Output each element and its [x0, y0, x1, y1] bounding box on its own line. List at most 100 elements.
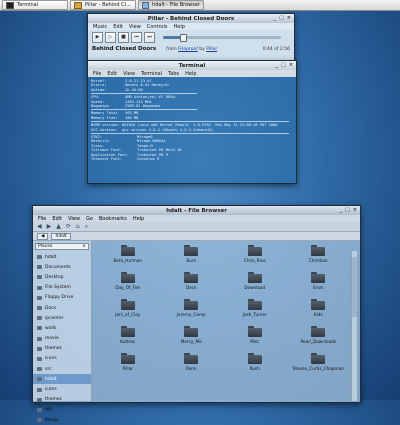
window-titlebar[interactable]: Terminal _ □ × [88, 61, 296, 70]
sidebar-item[interactable]: Docs [33, 303, 91, 313]
menu-edit[interactable]: Edit [113, 24, 123, 30]
folder-icon [311, 299, 326, 310]
menu-go[interactable]: Go [86, 216, 93, 222]
reload-icon[interactable]: ⟳ [66, 223, 71, 230]
folder-item[interactable]: Steven_Curtis_Chapman [287, 353, 351, 380]
terminal-line: GCC version: gcc version 4.0.3 (Ubuntu 4… [91, 127, 214, 132]
menu-file[interactable]: File [38, 216, 46, 222]
folder-item[interactable]: Deck [160, 272, 224, 299]
menu-view[interactable]: View [129, 24, 141, 30]
menu-bookmarks[interactable]: Bookmarks [99, 216, 127, 222]
sidebar-item[interactable]: ipcenter [33, 313, 91, 323]
minimize-button[interactable]: _ [274, 15, 277, 21]
sidebar-item[interactable]: Desktop [33, 272, 91, 282]
close-button[interactable]: × [353, 207, 357, 213]
sidebar-item[interactable]: wp [33, 405, 91, 415]
sidebar-item[interactable]: File System [33, 283, 91, 293]
menu-edit[interactable]: Edit [107, 71, 117, 77]
seek-handle[interactable] [180, 33, 188, 42]
home-icon[interactable]: ⌂ [76, 223, 80, 230]
folder-item[interactable]: Christian [287, 245, 351, 272]
folder-item[interactable]: Misc [223, 326, 287, 353]
menu-view[interactable]: View [68, 216, 80, 222]
folder-name: Beta_Harman [113, 258, 142, 263]
pause-button[interactable]: ▷ [105, 31, 116, 43]
folder-item[interactable]: Envs [287, 272, 351, 299]
sidebar-item[interactable]: movie [33, 334, 91, 344]
forward-icon[interactable]: ▶ [47, 223, 52, 230]
folder-item[interactable]: Pillar [96, 353, 160, 380]
close-button[interactable]: × [287, 15, 291, 21]
folder-item[interactable]: Kids [287, 299, 351, 326]
sidebar-item[interactable]: src [33, 364, 91, 374]
next-button[interactable]: ⏭ [144, 31, 155, 43]
seek-slider[interactable] [163, 33, 281, 42]
menu-controls[interactable]: Controls [147, 24, 168, 30]
folder-item[interactable]: Pearl_Downloads [287, 326, 351, 353]
folder-icon [37, 346, 42, 351]
stop-button[interactable]: ■ [118, 31, 129, 43]
sidebar-item[interactable]: icons [33, 384, 91, 394]
terminal-output[interactable]: Kernel: 2.6.21-23-k7 Distro: Ubuntu 8.04 Ha… [88, 77, 296, 164]
folder-name: Jars_of_Clay [115, 312, 141, 317]
sidebar-item[interactable]: 4esgo [33, 415, 91, 425]
breadcrumb-hdalt[interactable]: hdalt [51, 232, 71, 240]
taskbar-item-terminal[interactable]: Terminal [2, 0, 68, 10]
up-icon[interactable]: ▲ [56, 223, 61, 230]
folder-item[interactable]: Day_Of_Fire [96, 272, 160, 299]
maximize-button[interactable]: □ [281, 62, 286, 68]
menu-file[interactable]: File [93, 71, 101, 77]
sidebar-item[interactable]: icons [33, 354, 91, 364]
sidebar-item[interactable]: hdalt [33, 252, 91, 262]
menu-help[interactable]: Help [173, 24, 184, 30]
scrollbar-thumb[interactable] [352, 257, 357, 317]
window-titlebar[interactable]: Pillar - Behind Closed Doors _ □ × [88, 14, 294, 23]
menu-edit[interactable]: Edit [52, 216, 62, 222]
folder-item[interactable]: Beta_Harman [96, 245, 160, 272]
menu-help[interactable]: Help [133, 216, 144, 222]
sidebar-item[interactable]: hdalt [33, 374, 91, 385]
menu-tabs[interactable]: Tabs [168, 71, 179, 77]
vertical-scrollbar[interactable] [351, 251, 357, 401]
side-pane-selector[interactable]: Places × [35, 243, 89, 250]
folder-item[interactable]: Download [223, 272, 287, 299]
menu-help[interactable]: Help [185, 71, 196, 77]
artist-link[interactable]: Pillar [206, 47, 217, 52]
previous-button[interactable]: ⏮ [131, 31, 142, 43]
folder-item[interactable]: Jars_of_Clay [96, 299, 160, 326]
folder-item[interactable]: Jeremy_Camp [160, 299, 224, 326]
folder-item[interactable]: Chris_Rice [223, 245, 287, 272]
breadcrumb-back-button[interactable]: ◀ [37, 232, 49, 240]
sidebar-item[interactable]: Documents [33, 262, 91, 272]
sidebar-item[interactable]: Floppy Drive [33, 293, 91, 303]
taskbar-item-pillar[interactable]: Pillar - Behind Cl... [70, 0, 136, 10]
close-button[interactable]: × [289, 62, 293, 68]
close-pane-icon[interactable]: × [82, 244, 86, 249]
search-icon[interactable]: ⌕ [85, 223, 88, 231]
play-button[interactable]: ▶ [92, 31, 103, 43]
menu-terminal[interactable]: Terminal [141, 71, 162, 77]
window-titlebar[interactable]: hdalt - File Browser _ □ × [33, 206, 360, 215]
folder-item[interactable]: Josh_Turner [223, 299, 287, 326]
folder-item[interactable]: Burn [160, 245, 224, 272]
maximize-button[interactable]: □ [279, 15, 284, 21]
folder-item[interactable]: Kutless [96, 326, 160, 353]
file-icon-view[interactable]: Beta_Harman Burn Chris_Rice Christian Day_Of… [92, 241, 360, 401]
terminal-value: 2969.81 Bogomips [125, 104, 161, 109]
folder-icon [37, 387, 42, 392]
album-link[interactable]: Fireproof [178, 47, 198, 52]
folder-item[interactable]: Rush [223, 353, 287, 380]
terminal-separator [91, 93, 197, 95]
sidebar-item[interactable]: walls [33, 323, 91, 333]
maximize-button[interactable]: □ [345, 207, 350, 213]
minimize-button[interactable]: _ [276, 62, 279, 68]
folder-item[interactable]: Mercy_Me [160, 326, 224, 353]
minimize-button[interactable]: _ [340, 207, 343, 213]
folder-item[interactable]: Remi [160, 353, 224, 380]
taskbar-item-file-browser[interactable]: hdalt - File Browser [138, 0, 204, 10]
back-icon[interactable]: ◀ [37, 223, 42, 230]
menu-view[interactable]: View [123, 71, 135, 77]
menu-music[interactable]: Music [93, 24, 107, 30]
terminal-window: Terminal _ □ × File Edit View Terminal T… [87, 60, 297, 184]
sidebar-item[interactable]: themes [33, 344, 91, 354]
